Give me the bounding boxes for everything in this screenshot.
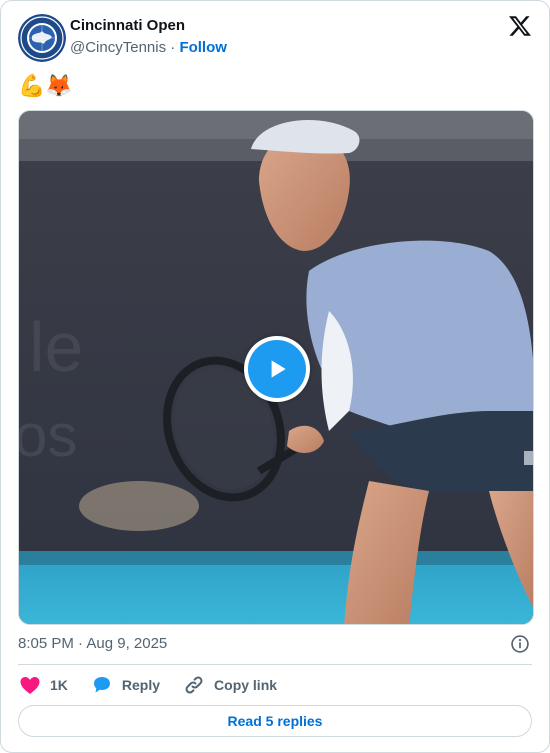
- heart-icon: [20, 677, 40, 694]
- like-count: 1K: [50, 677, 68, 693]
- play-icon: [248, 340, 306, 398]
- author-avatar[interactable]: [18, 14, 66, 62]
- divider: [18, 664, 532, 665]
- svg-text:le: le: [29, 308, 83, 386]
- tweet-actions: 1K Reply Copy link: [18, 673, 299, 697]
- tweet-embed-card: Cincinnati Open @CincyTennis · Follow 💪🦊: [0, 0, 550, 753]
- copy-link-label: Copy link: [214, 677, 278, 693]
- handle-separator: ·: [170, 39, 176, 56]
- tweet-header: Cincinnati Open @CincyTennis · Follow: [18, 14, 532, 62]
- copy-link-button[interactable]: Copy link: [182, 673, 277, 697]
- like-button[interactable]: 1K: [18, 673, 68, 697]
- tweet-timestamp[interactable]: 8:05 PM · Aug 9, 2025: [18, 635, 167, 652]
- follow-button[interactable]: Follow: [179, 39, 227, 56]
- info-icon[interactable]: [510, 634, 530, 654]
- read-replies-button[interactable]: Read 5 replies: [18, 705, 532, 737]
- cincinnati-open-logo: [18, 14, 66, 62]
- reply-button[interactable]: Reply: [90, 673, 160, 697]
- link-icon: [185, 676, 203, 694]
- author-display-name[interactable]: Cincinnati Open: [70, 17, 227, 35]
- reply-bubble-icon: [93, 677, 110, 693]
- reply-label: Reply: [121, 677, 161, 693]
- tweet-meta: 8:05 PM · Aug 9, 2025: [18, 634, 532, 654]
- author-handle-line: @CincyTennis · Follow: [70, 38, 227, 58]
- video-player[interactable]: le os: [18, 110, 534, 625]
- svg-text:os: os: [19, 402, 77, 469]
- x-logo-icon[interactable]: [508, 14, 532, 38]
- tweet-text: 💪🦊: [18, 73, 73, 98]
- author-name-block: Cincinnati Open @CincyTennis · Follow: [70, 17, 227, 58]
- play-button[interactable]: [244, 336, 310, 402]
- author-handle[interactable]: @CincyTennis: [70, 39, 166, 56]
